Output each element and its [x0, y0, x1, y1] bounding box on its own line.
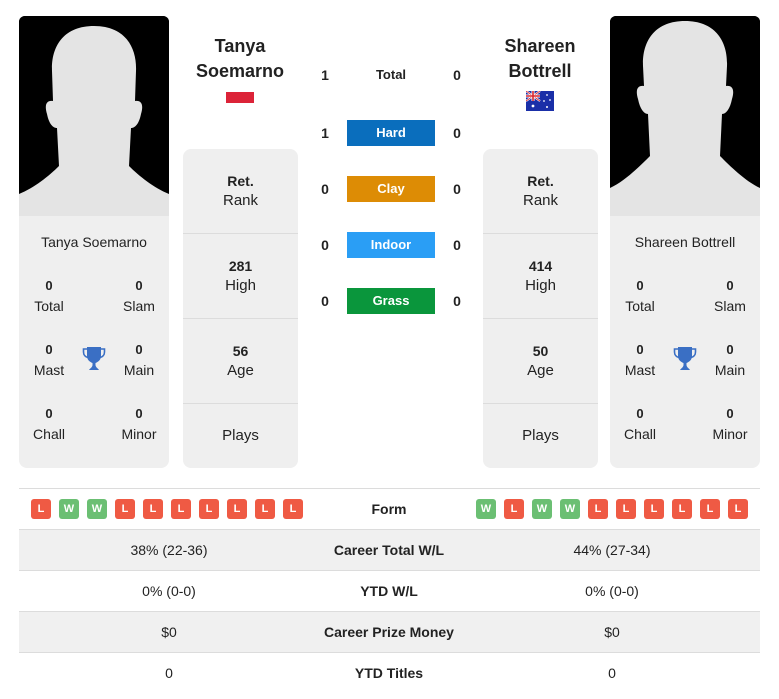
h2h-total-row: 1 Total 0: [310, 62, 470, 88]
trophy-icon: [82, 347, 106, 370]
indonesia-flag-icon: [226, 92, 254, 103]
h2h-indoor-row: 0 Indoor 0: [310, 232, 470, 258]
form-loss-badge[interactable]: L: [728, 499, 748, 519]
player-card-left: Tanya Soemarno 0 Total 0 Slam 0 Mast 0 M…: [19, 216, 169, 468]
age-cell: 56 Age: [183, 319, 298, 404]
titles-minor: 0 Minor: [121, 406, 157, 442]
titles-minor: 0 Minor: [712, 406, 748, 442]
left-value: 38% (22-36): [130, 542, 208, 558]
rank-cell: Ret. Rank: [483, 149, 598, 234]
form-loss-badge[interactable]: L: [588, 499, 608, 519]
row-label: YTD W/L: [360, 583, 418, 599]
titles-total: 0 Total: [34, 278, 64, 314]
titles-main: 0 Main: [714, 342, 746, 378]
left-value: 0: [165, 665, 173, 681]
left-value: 0% (0-0): [142, 583, 196, 599]
grass-badge[interactable]: Grass: [347, 288, 435, 314]
h2h-grass-row: 0 Grass 0: [310, 288, 470, 314]
age-cell: 50 Age: [483, 319, 598, 404]
comparison-table: LWWLLLLLLL Form WLWWLLLLLL 38% (22-36) C…: [19, 488, 760, 693]
player-card-right: Shareen Bottrell 0 Total 0 Slam 0 Mast 0…: [610, 216, 760, 468]
player-name[interactable]: Shareen Bottrell: [610, 234, 760, 250]
form-loss-badge[interactable]: L: [227, 499, 247, 519]
form-win-badge[interactable]: W: [476, 499, 496, 519]
titles-mast: 0 Mast: [33, 342, 65, 378]
right-value: 0: [608, 665, 616, 681]
form-loss-badge[interactable]: L: [255, 499, 275, 519]
indoor-badge[interactable]: Indoor: [347, 232, 435, 258]
form-right: WLWWLLLLLL: [476, 499, 748, 519]
row-label: Career Prize Money: [324, 624, 454, 640]
form-loss-badge[interactable]: L: [31, 499, 51, 519]
table-row: 0% (0-0) YTD W/L 0% (0-0): [19, 570, 760, 611]
player-heading-right[interactable]: Shareen Bottrell: [470, 34, 610, 84]
player-heading-left[interactable]: Tanya Soemarno: [170, 34, 310, 84]
form-win-badge[interactable]: W: [560, 499, 580, 519]
left-value: $0: [161, 624, 177, 640]
plays-cell: Plays: [222, 427, 259, 444]
player-info-right: Ret. Rank 414 High 50 Age Plays: [483, 149, 598, 468]
player-info-left: Ret. Rank 281 High 56 Age Plays: [183, 149, 298, 468]
titles-chall: 0 Chall: [624, 406, 656, 442]
row-label: Form: [371, 501, 407, 517]
form-win-badge[interactable]: W: [87, 499, 107, 519]
form-loss-badge[interactable]: L: [171, 499, 191, 519]
form-win-badge[interactable]: W: [532, 499, 552, 519]
clay-badge[interactable]: Clay: [347, 176, 435, 202]
silhouette-icon: [19, 16, 169, 216]
titles-chall: 0 Chall: [33, 406, 65, 442]
player-name[interactable]: Tanya Soemarno: [19, 234, 169, 250]
h2h-clay-row: 0 Clay 0: [310, 176, 470, 202]
rank-cell: Ret. Rank: [183, 149, 298, 234]
high-cell: 281 High: [183, 234, 298, 319]
table-row: 38% (22-36) Career Total W/L 44% (27-34): [19, 529, 760, 570]
titles-mast: 0 Mast: [624, 342, 656, 378]
form-win-badge[interactable]: W: [59, 499, 79, 519]
hard-badge[interactable]: Hard: [347, 120, 435, 146]
form-loss-badge[interactable]: L: [143, 499, 163, 519]
row-label: YTD Titles: [354, 665, 424, 681]
form-loss-badge[interactable]: L: [199, 499, 219, 519]
titles-slam: 0 Slam: [123, 278, 155, 314]
form-loss-badge[interactable]: L: [644, 499, 664, 519]
right-value: $0: [604, 624, 620, 640]
form-left: LWWLLLLLLL: [31, 499, 303, 519]
silhouette-icon: [610, 16, 760, 216]
total-label: Total: [375, 67, 407, 82]
form-row: LWWLLLLLLL Form WLWWLLLLLL: [19, 488, 760, 529]
titles-main: 0 Main: [123, 342, 155, 378]
form-loss-badge[interactable]: L: [700, 499, 720, 519]
table-row: $0 Career Prize Money $0: [19, 611, 760, 652]
form-loss-badge[interactable]: L: [115, 499, 135, 519]
titles-total: 0 Total: [625, 278, 655, 314]
h2h-hard-row: 1 Hard 0: [310, 120, 470, 146]
right-value: 44% (27-34): [573, 542, 651, 558]
titles-slam: 0 Slam: [714, 278, 746, 314]
plays-cell: Plays: [522, 427, 559, 444]
player-photo-left: [19, 16, 169, 216]
right-value: 0% (0-0): [585, 583, 639, 599]
form-loss-badge[interactable]: L: [504, 499, 524, 519]
form-loss-badge[interactable]: L: [672, 499, 692, 519]
form-loss-badge[interactable]: L: [616, 499, 636, 519]
trophy-icon: [673, 347, 697, 370]
australia-flag-icon: [526, 91, 554, 111]
row-label: Career Total W/L: [333, 542, 445, 558]
player-photo-right: [610, 16, 760, 216]
high-cell: 414 High: [483, 234, 598, 319]
table-row: 0 YTD Titles 0: [19, 652, 760, 693]
